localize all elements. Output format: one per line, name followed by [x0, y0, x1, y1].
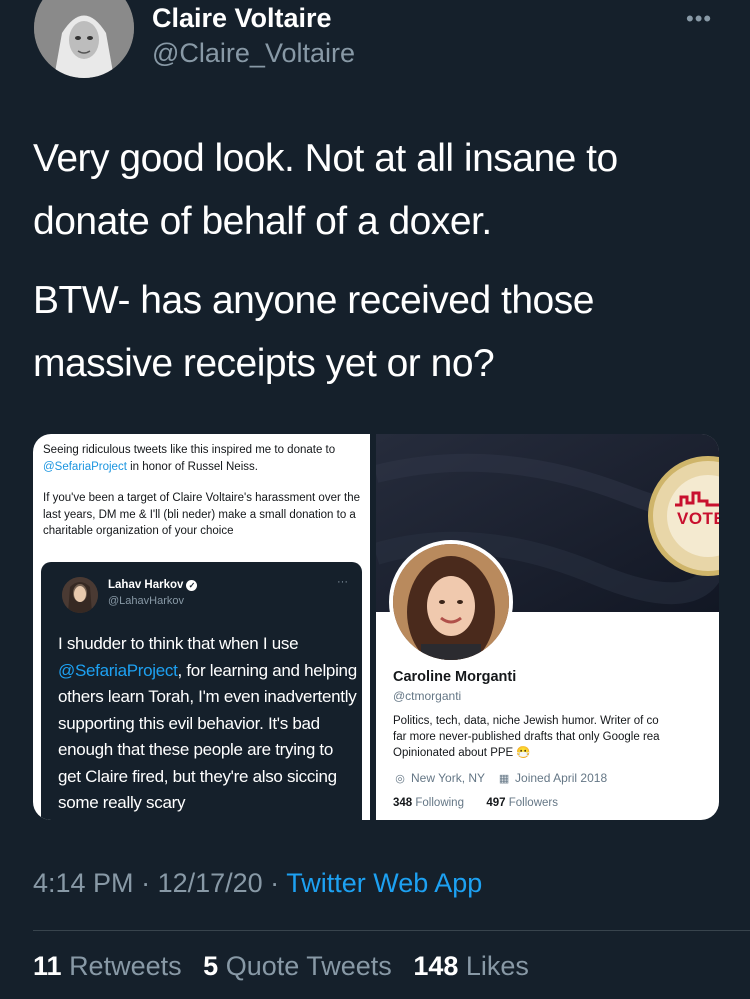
profile-name: Caroline Morganti	[393, 669, 517, 685]
author-avatar[interactable]	[34, 0, 134, 78]
tweet-timestamp: 4:14 PM · 12/17/20 · Twitter Web App	[33, 868, 483, 898]
profile-meta: ◎ New York, NY ▦ Joined April 2018	[393, 771, 607, 785]
more-icon[interactable]: •••	[686, 6, 712, 32]
sefaria-link: @SefariaProject	[43, 460, 127, 473]
location-icon: ◎	[395, 772, 405, 785]
embed-more-icon: ···	[337, 576, 348, 588]
profile-picture	[389, 540, 513, 664]
author-name[interactable]: Claire Voltaire	[152, 3, 332, 34]
embed-handle: @LahavHarkov	[108, 595, 184, 607]
embed-avatar	[62, 577, 98, 613]
quote-tweets-stat[interactable]: 5 Quote Tweets	[203, 951, 392, 981]
embedded-tweet: Lahav Harkov ✓ @LahavHarkov ··· I shudder…	[41, 562, 362, 820]
tweet-media[interactable]: Seeing ridiculous tweets like this inspi…	[33, 434, 719, 820]
tweet-text-1: Very good look. Not at all insane to don…	[33, 137, 618, 243]
quoted-text-2: If you've been a target of Claire Voltai…	[43, 492, 360, 537]
mask-emoji-icon: 😷	[516, 747, 531, 759]
profile-handle: @ctmorganti	[393, 689, 462, 703]
profile-follow-counts: 348 Following 497 Followers	[393, 797, 558, 809]
tweet-date: 12/17/20	[157, 868, 263, 898]
likes-stat[interactable]: 148 Likes	[413, 951, 529, 981]
divider	[33, 930, 750, 931]
badge-text: VOTE	[677, 509, 719, 528]
embed-body: I shudder to think that when I use @Sefa…	[58, 634, 357, 812]
media-image-right[interactable]: VOTE Caroline Morganti @ctmorganti Polit…	[376, 434, 719, 820]
media-image-left[interactable]: Seeing ridiculous tweets like this inspi…	[33, 434, 370, 820]
source-app-link[interactable]: Twitter Web App	[286, 868, 482, 898]
verified-icon: ✓	[186, 580, 198, 591]
tweet-time: 4:14 PM	[33, 868, 134, 898]
retweets-stat[interactable]: 11 Retweets	[33, 951, 182, 981]
embed-sefaria-link: @SefariaProject	[58, 660, 178, 680]
profile-bio: Politics, tech, data, niche Jewish humor…	[393, 715, 660, 759]
author-handle[interactable]: @Claire_Voltaire	[152, 38, 355, 69]
calendar-icon: ▦	[498, 772, 510, 785]
engagement-stats: 11 Retweets 5 Quote Tweets 148 Likes	[33, 951, 529, 982]
tweet-text-2: BTW- has anyone received those massive r…	[33, 279, 594, 385]
embed-name: Lahav Harkov ✓	[108, 579, 198, 591]
quoted-text-1: Seeing ridiculous tweets like this inspi…	[43, 444, 336, 473]
